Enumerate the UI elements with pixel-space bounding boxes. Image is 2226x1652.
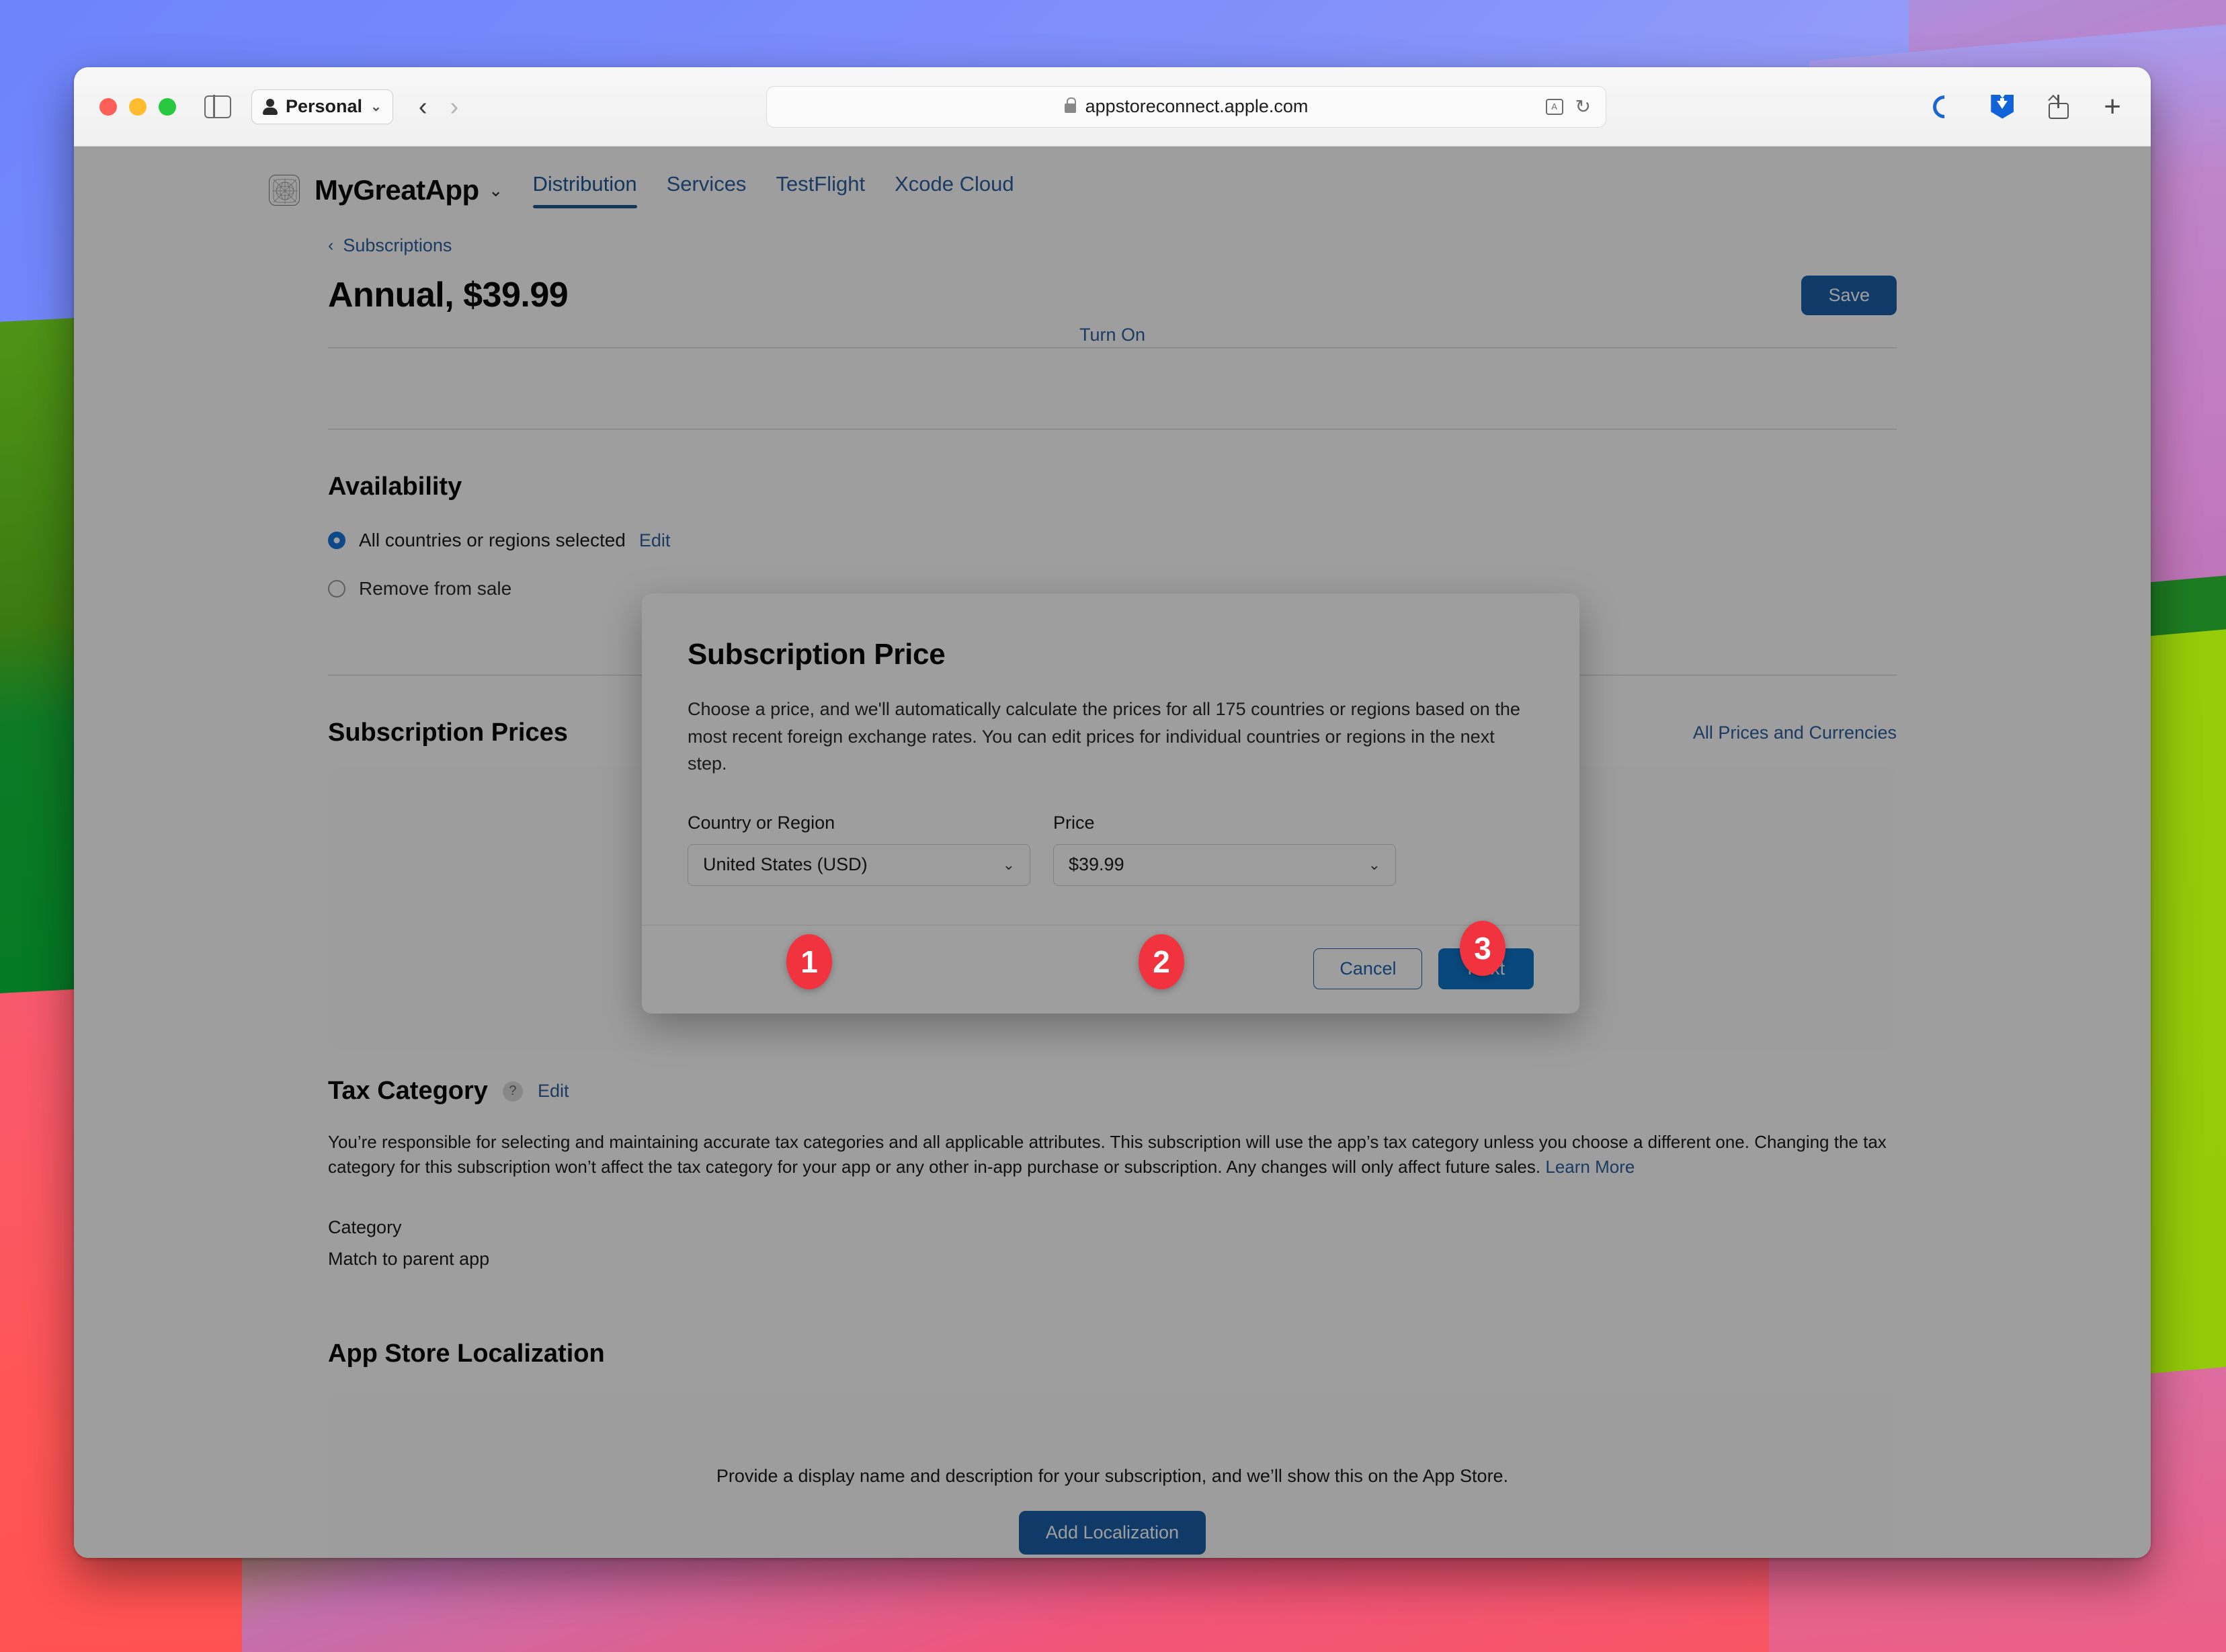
tab-services[interactable]: Services — [667, 172, 747, 208]
help-icon[interactable]: ? — [502, 1081, 523, 1102]
dialog-fields: Country or Region United States (USD) ⌄ … — [688, 813, 1534, 886]
chevron-down-icon: ⌄ — [370, 99, 382, 114]
app-icon — [269, 175, 300, 206]
tax-category-edit-link[interactable]: Edit — [538, 1081, 569, 1102]
callout-badge-2: 2 — [1139, 934, 1184, 989]
forward-arrow-icon[interactable]: › — [450, 94, 458, 120]
callout-badge-1: 1 — [786, 934, 832, 989]
page-title-row: Annual, $39.99 Save — [328, 275, 1897, 315]
app-name: MyGreatApp — [315, 174, 479, 206]
url-text: appstoreconnect.apple.com — [1085, 96, 1309, 116]
browser-toolbar: Personal ⌄ ‹ › appstoreconnect.apple.com… — [74, 67, 2151, 147]
breadcrumb[interactable]: ‹ Subscriptions — [328, 235, 1897, 256]
minimize-window-button[interactable] — [129, 97, 147, 116]
country-selected-value: United States (USD) — [703, 854, 868, 874]
category-value: Match to parent app — [328, 1248, 490, 1269]
localization-section: App Store Localization Provide a display… — [328, 1270, 1897, 1558]
address-bar[interactable]: appstoreconnect.apple.com A ↻ — [766, 85, 1606, 128]
new-tab-icon[interactable]: + — [2104, 91, 2121, 122]
price-selected-value: $39.99 — [1069, 854, 1124, 874]
localization-empty-text: Provide a display name and description f… — [716, 1465, 1509, 1486]
availability-all-label: All countries or regions selected — [359, 530, 626, 550]
tax-category-description-text: You’re responsible for selecting and mai… — [328, 1132, 1887, 1177]
localization-empty-card: Provide a display name and description f… — [328, 1392, 1897, 1558]
price-select[interactable]: $39.99 ⌄ — [1053, 843, 1396, 886]
chevron-down-icon: ⌄ — [1002, 856, 1015, 873]
tax-category-header: Tax Category ? Edit — [328, 1077, 1897, 1106]
sidebar-toggle-icon[interactable] — [204, 95, 231, 118]
reload-icon[interactable]: ↻ — [1575, 95, 1591, 118]
app-navigation-header: MyGreatApp ⌄ Distribution Services TestF… — [74, 147, 2151, 208]
country-field-group: Country or Region United States (USD) ⌄ — [688, 813, 1030, 886]
callout-badge-3: 3 — [1460, 921, 1506, 976]
add-localization-button[interactable]: Add Localization — [1018, 1510, 1206, 1555]
save-button[interactable]: Save — [1801, 275, 1897, 315]
localization-heading: App Store Localization — [328, 1339, 605, 1368]
availability-remove-label: Remove from sale — [359, 578, 512, 599]
maximize-window-button[interactable] — [159, 97, 176, 116]
loading-spinner-icon — [1928, 90, 1961, 123]
page-title: Annual, $39.99 — [328, 276, 569, 315]
all-prices-and-currencies-link[interactable]: All Prices and Currencies — [1693, 722, 1897, 743]
tax-category-heading: Tax Category — [328, 1077, 488, 1105]
tax-category-section: Tax Category ? Edit You’re responsible f… — [328, 1050, 1897, 1270]
turn-on-row: Turn On — [328, 325, 1897, 342]
dialog-footer: Cancel Next — [642, 924, 1579, 1014]
subscription-price-dialog: Subscription Price Choose a price, and w… — [642, 593, 1579, 1014]
downloads-icon[interactable] — [1991, 94, 2014, 119]
window-controls — [99, 97, 176, 116]
desktop-background: Personal ⌄ ‹ › appstoreconnect.apple.com… — [0, 0, 2226, 1652]
learn-more-link[interactable]: Learn More — [1545, 1157, 1635, 1177]
price-field-group: Price $39.99 ⌄ — [1053, 813, 1396, 886]
tax-category-description: You’re responsible for selecting and mai… — [328, 1130, 1897, 1180]
toolbar-right-icons: + — [1928, 90, 2121, 123]
back-arrow-icon[interactable]: ‹ — [419, 94, 427, 120]
radio-all-countries[interactable] — [328, 532, 345, 549]
dialog-title: Subscription Price — [688, 638, 946, 671]
address-bar-icons: A ↻ — [1545, 95, 1591, 118]
person-icon — [263, 98, 278, 115]
tab-testflight[interactable]: TestFlight — [776, 172, 865, 208]
dialog-description: Choose a price, and we'll automatically … — [688, 699, 1520, 774]
profile-switcher-button[interactable]: Personal ⌄ — [251, 89, 393, 124]
lock-icon — [1064, 97, 1077, 113]
turn-on-link[interactable]: Turn On — [1079, 325, 1145, 342]
tab-xcode-cloud[interactable]: Xcode Cloud — [895, 172, 1014, 208]
app-switcher-chevron-down-icon[interactable]: ⌄ — [489, 180, 503, 201]
share-icon[interactable] — [2049, 94, 2069, 119]
availability-edit-link[interactable]: Edit — [639, 530, 671, 551]
subscription-prices-heading: Subscription Prices — [328, 718, 568, 747]
availability-section: Availability All countries or regions se… — [328, 429, 1897, 600]
category-label: Category — [328, 1216, 402, 1237]
radio-remove-from-sale[interactable] — [328, 580, 345, 597]
price-label: Price — [1053, 812, 1095, 833]
breadcrumb-back-icon: ‹ — [328, 236, 334, 255]
navigation-arrows: ‹ › — [419, 94, 458, 120]
translate-icon[interactable]: A — [1545, 98, 1563, 115]
cancel-button[interactable]: Cancel — [1313, 948, 1423, 989]
dialog-body: Subscription Price Choose a price, and w… — [642, 593, 1579, 925]
main-tabs: Distribution Services TestFlight Xcode C… — [532, 172, 1014, 208]
tab-distribution[interactable]: Distribution — [532, 172, 637, 208]
availability-heading: Availability — [328, 472, 462, 501]
availability-option-all[interactable]: All countries or regions selected Edit — [328, 530, 1897, 551]
profile-label: Personal — [286, 96, 363, 116]
breadcrumb-label: Subscriptions — [343, 235, 452, 255]
close-window-button[interactable] — [99, 97, 117, 116]
country-select[interactable]: United States (USD) ⌄ — [688, 843, 1030, 886]
chevron-down-icon: ⌄ — [1368, 856, 1380, 873]
country-label: Country or Region — [688, 812, 835, 833]
